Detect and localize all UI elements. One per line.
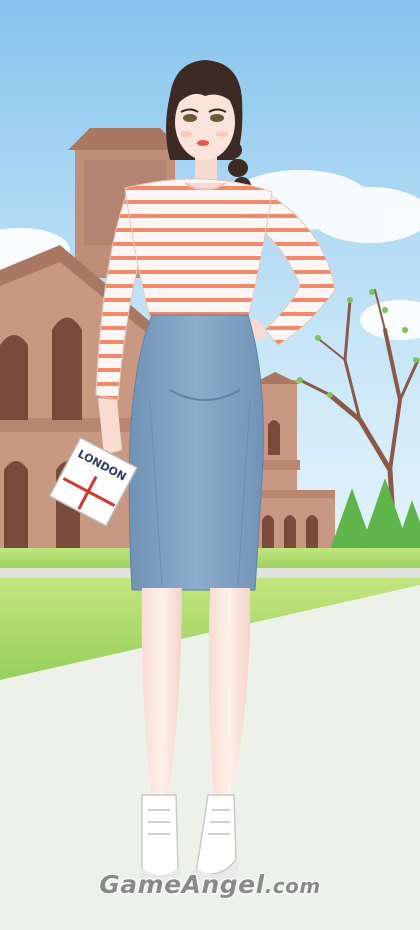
gameangel-watermark: GameAngel.com: [0, 870, 420, 899]
scene-canvas: LONDON: [0, 0, 420, 930]
watermark-tld: .com: [264, 874, 321, 898]
watermark-main: GameAngel: [99, 870, 265, 899]
game-scene: LONDON GameAngel.com: [0, 0, 420, 930]
